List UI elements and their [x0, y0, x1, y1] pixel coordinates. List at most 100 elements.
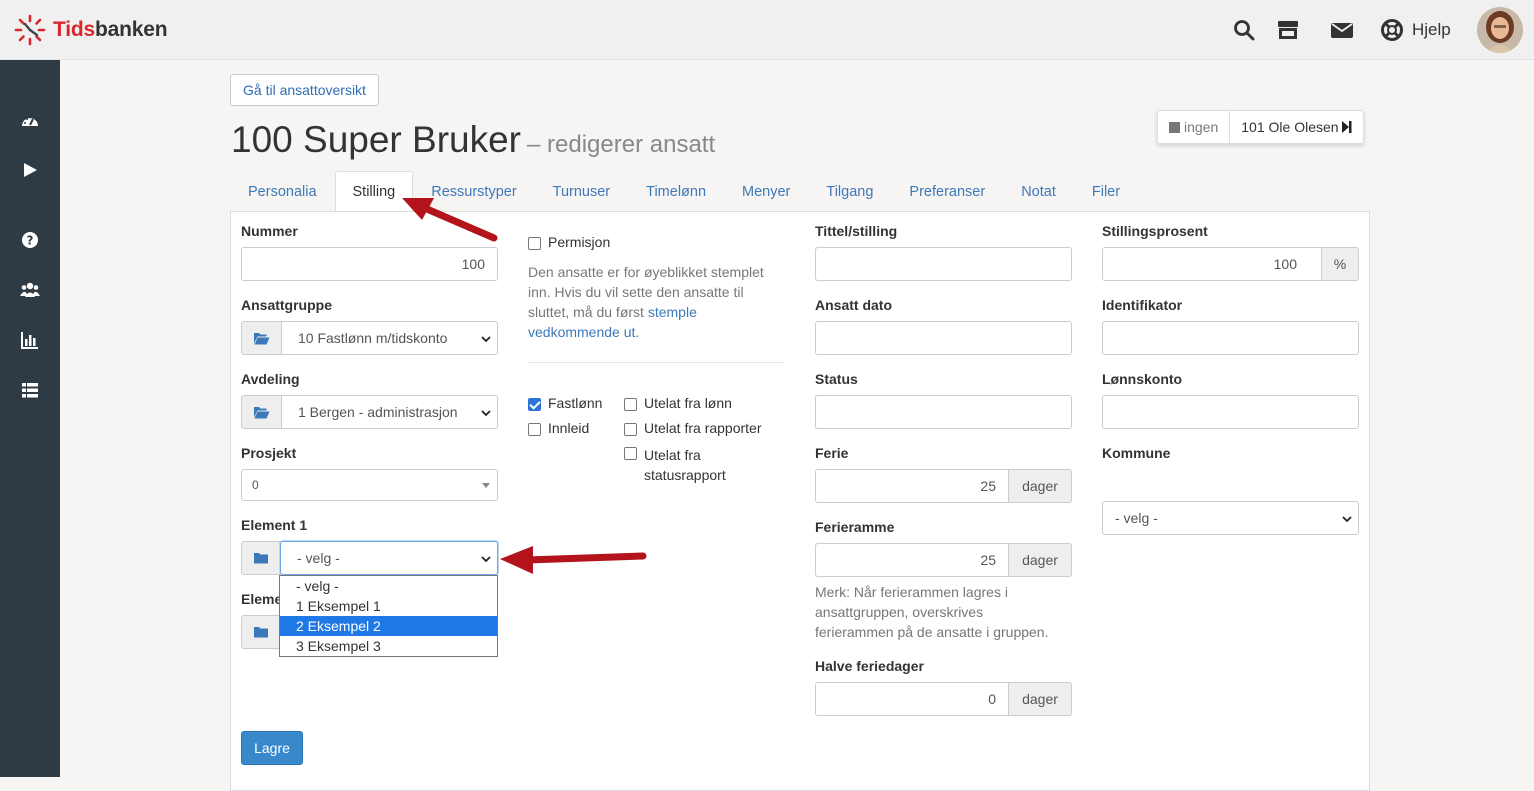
permisjon-checkbox[interactable]: Permisjon	[528, 234, 610, 250]
next-employee-button[interactable]: 101 Ole Olesen	[1230, 111, 1362, 143]
avdeling-select[interactable]: 1 Bergen - administrasjon	[282, 395, 498, 429]
ansatt-dato-label: Ansatt dato	[815, 297, 892, 313]
caret-down-icon	[482, 483, 490, 488]
page-title: 100 Super Bruker – redigerer ansatt	[231, 119, 716, 160]
folder-icon[interactable]	[241, 541, 280, 575]
sidebar: ?	[0, 60, 60, 777]
list-icon[interactable]	[20, 380, 40, 400]
ansattgruppe-group: 10 Fastlønn m/tidskonto	[241, 321, 498, 355]
logo-icon	[14, 14, 46, 46]
kommune-label: Kommune	[1102, 445, 1171, 461]
logo[interactable]: Tidsbanken	[14, 14, 168, 46]
ansattgruppe-select[interactable]: 10 Fastlønn m/tidskonto	[282, 321, 498, 355]
tab-menyer[interactable]: Menyer	[724, 171, 808, 212]
stillingsprosent-input[interactable]: 100	[1102, 247, 1322, 281]
avdeling-label: Avdeling	[241, 371, 300, 387]
dashboard-icon[interactable]	[20, 112, 40, 132]
chevron-down-icon	[481, 336, 491, 343]
element1-select[interactable]: - velg -	[280, 541, 498, 575]
halve-feriedager-label: Halve feriedager	[815, 658, 924, 674]
ferieramme-input[interactable]: 25	[815, 543, 1009, 577]
element1-label: Element 1	[241, 517, 308, 533]
innleid-checkbox[interactable]: Innleid	[528, 420, 589, 436]
dropdown-option-highlighted[interactable]: 2 Eksempel 2	[280, 616, 497, 636]
tittel-label: Tittel/stilling	[815, 223, 898, 239]
previous-employee-button[interactable]: ingen	[1158, 111, 1231, 143]
svg-text:?: ?	[27, 234, 34, 248]
tab-filer[interactable]: Filer	[1074, 171, 1138, 212]
ferie-input[interactable]: 25	[815, 469, 1009, 503]
stemple-link[interactable]: stemple	[648, 304, 697, 320]
stillingsprosent-group: 100 %	[1102, 247, 1359, 281]
annotation-arrow-icon	[402, 198, 498, 242]
avdeling-group: 1 Bergen - administrasjon	[241, 395, 498, 429]
help-link[interactable]: Hjelp	[1412, 20, 1451, 40]
lonnskonto-input[interactable]	[1102, 395, 1359, 429]
folder-open-icon[interactable]	[241, 395, 282, 429]
ferie-group: 25 dager	[815, 469, 1072, 503]
identifikator-input[interactable]	[1102, 321, 1359, 355]
play-icon[interactable]	[20, 160, 40, 180]
utelat-rapporter-checkbox[interactable]: Utelat fra rapporter	[624, 420, 762, 436]
ferieramme-note: Merk: Når ferierammen lagres i ansattgru…	[815, 584, 1049, 640]
kommune-select[interactable]: - velg -	[1102, 501, 1359, 535]
element2-group	[241, 615, 281, 649]
percent-unit: %	[1322, 247, 1359, 281]
element2-label: Eleme	[241, 591, 283, 607]
back-to-overview-button[interactable]: Gå til ansattoversikt	[230, 74, 379, 106]
ansatt-dato-input[interactable]	[815, 321, 1072, 355]
avatar[interactable]	[1477, 7, 1523, 53]
vedkommende-ut-link[interactable]: vedkommende ut	[528, 324, 635, 340]
tittel-input[interactable]	[815, 247, 1072, 281]
checkbox-box[interactable]	[624, 447, 637, 460]
search-icon[interactable]	[1232, 18, 1256, 42]
utelat-statusrapport-checkbox[interactable]: Utelat fra statusrapport	[624, 445, 726, 485]
chevron-down-icon	[481, 556, 491, 563]
dropdown-option[interactable]: - velg -	[280, 576, 497, 596]
bar-chart-icon[interactable]	[20, 330, 40, 350]
annotation-arrow-icon	[500, 546, 647, 574]
status-label: Status	[815, 371, 858, 387]
checkbox-box[interactable]	[528, 423, 541, 436]
lifebuoy-icon[interactable]	[1380, 18, 1404, 42]
halve-feriedager-group: 0 dager	[815, 682, 1072, 716]
ferieramme-unit: dager	[1009, 543, 1072, 577]
store-icon[interactable]	[1276, 18, 1300, 42]
utelat-lonn-checkbox[interactable]: Utelat fra lønn	[624, 395, 732, 411]
nummer-input[interactable]: 100	[241, 247, 498, 281]
checkbox-box-checked[interactable]	[528, 398, 541, 411]
checkbox-box[interactable]	[624, 398, 637, 411]
tab-personalia[interactable]: Personalia	[230, 171, 335, 212]
tab-preferanser[interactable]: Preferanser	[891, 171, 1003, 212]
folder-open-icon[interactable]	[241, 321, 282, 355]
identifikator-label: Identifikator	[1102, 297, 1183, 313]
tab-notat[interactable]: Notat	[1003, 171, 1074, 212]
page-subtitle: – redigerer ansatt	[527, 131, 716, 158]
save-button[interactable]: Lagre	[241, 731, 303, 765]
top-bar: Tidsbanken Hjelp	[0, 0, 1534, 60]
employee-switcher: ingen 101 Ole Olesen	[1157, 110, 1364, 144]
element1-dropdown-list: - velg - 1 Eksempel 1 2 Eksempel 2 3 Eks…	[279, 575, 498, 657]
prosjekt-select[interactable]: 0	[241, 469, 498, 501]
fastlonn-checkbox[interactable]: Fastlønn	[528, 395, 602, 411]
ferie-label: Ferie	[815, 445, 849, 461]
stillingsprosent-label: Stillingsprosent	[1102, 223, 1208, 239]
tab-tilgang[interactable]: Tilgang	[808, 171, 891, 212]
stop-icon	[1169, 121, 1180, 133]
dropdown-option[interactable]: 3 Eksempel 3	[280, 636, 497, 656]
chevron-down-icon	[481, 410, 491, 417]
question-icon[interactable]: ?	[20, 230, 40, 250]
checkbox-box[interactable]	[624, 423, 637, 436]
users-icon[interactable]	[20, 280, 40, 300]
checkbox-box[interactable]	[528, 237, 541, 250]
status-input[interactable]	[815, 395, 1072, 429]
next-icon	[1341, 121, 1352, 133]
tab-turnuser[interactable]: Turnuser	[535, 171, 628, 212]
tab-timelonn[interactable]: Timelønn	[628, 171, 724, 212]
dropdown-option[interactable]: 1 Eksempel 1	[280, 596, 497, 616]
halve-feriedager-input[interactable]: 0	[815, 682, 1009, 716]
element1-group: - velg -	[241, 541, 498, 575]
envelope-icon[interactable]	[1330, 18, 1354, 42]
folder-icon[interactable]	[241, 615, 281, 649]
ferieramme-group: 25 dager	[815, 543, 1072, 577]
